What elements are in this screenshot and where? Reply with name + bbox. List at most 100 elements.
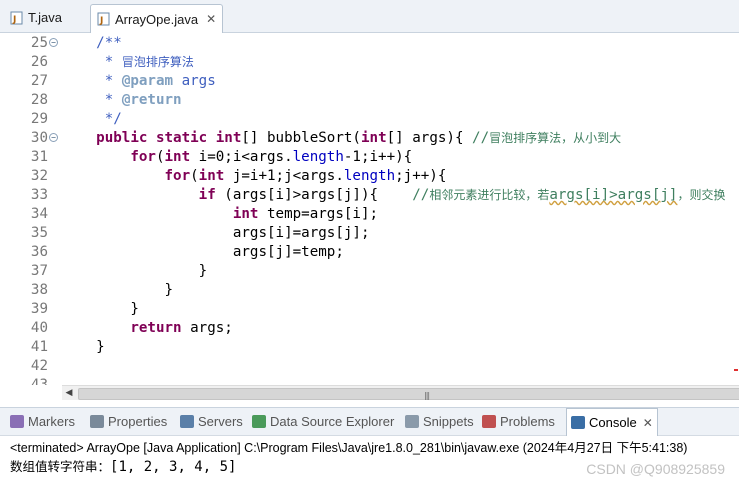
- code-token: int: [215, 130, 242, 146]
- code-token: //: [472, 130, 490, 146]
- properties-icon: [90, 415, 104, 428]
- tab-arrayope-java[interactable]: J ArrayOpe.java ✕: [90, 4, 224, 33]
- code-token: int: [360, 130, 387, 146]
- close-icon[interactable]: ✕: [206, 12, 216, 26]
- tab-snippets[interactable]: Snippets: [405, 408, 474, 435]
- view-tab-label: Servers: [198, 414, 243, 429]
- svg-text:J: J: [12, 15, 16, 25]
- code-line: 31 for(int i=0;i<args.length-1;i++){: [0, 148, 739, 167]
- code-token: }: [62, 282, 174, 298]
- line-number: 38: [30, 282, 48, 298]
- code-text: public static int[] bubbleSort(int[] arg…: [62, 129, 621, 148]
- code-text: int temp=args[i];: [62, 205, 378, 224]
- code-editor[interactable]: 25− /** 26 * 冒泡排序算法 27 * @param args 28 * @…: [0, 33, 739, 385]
- code-line: 35 args[i]=args[j];: [0, 224, 739, 243]
- code-token: @return: [121, 92, 182, 108]
- code-token: (: [190, 168, 199, 184]
- code-token: j=i+1;j<args.: [224, 168, 344, 184]
- code-token: length: [343, 168, 396, 184]
- tab-label: ArrayOpe.java: [115, 11, 199, 27]
- tab-problems[interactable]: Problems: [482, 408, 555, 435]
- code-line: 43: [0, 376, 739, 385]
- code-line: 27 * @param args: [0, 72, 739, 91]
- fold-toggle-icon[interactable]: −: [49, 38, 58, 47]
- code-text: * @param args: [62, 72, 216, 91]
- code-text: for(int i=0;i<args.length-1;i++){: [62, 148, 412, 167]
- code-token: [] args){: [386, 130, 473, 146]
- svg-text:J: J: [99, 16, 103, 26]
- code-token: return: [130, 320, 182, 336]
- code-text: }: [62, 300, 139, 319]
- code-token: args[i]=args[j];: [62, 225, 370, 241]
- horizontal-scrollbar[interactable]: ◀ |||: [62, 385, 739, 400]
- markers-icon: [10, 415, 24, 428]
- code-text: }: [62, 338, 105, 357]
- problems-icon: [482, 415, 496, 428]
- line-number: 30: [30, 130, 48, 146]
- tab-t-java[interactable]: J T.java: [10, 4, 62, 31]
- code-token: public: [96, 130, 148, 146]
- line-number: 31: [30, 149, 48, 165]
- view-tab-label: Data Source Explorer: [270, 414, 395, 429]
- tab-markers[interactable]: Markers: [10, 408, 75, 435]
- line-number: 41: [30, 339, 48, 355]
- code-token: ;j++){: [395, 168, 447, 184]
- line-number: 33: [30, 187, 48, 203]
- code-text: * 冒泡排序算法: [62, 53, 194, 72]
- view-tab-label: Console: [589, 415, 637, 430]
- code-text: */: [62, 110, 122, 129]
- snippets-icon: [405, 415, 419, 428]
- line-number: 28: [30, 92, 48, 108]
- code-token: i=0;i<args.: [190, 149, 293, 165]
- code-token: */: [104, 111, 122, 127]
- code-token: int: [164, 149, 191, 165]
- line-number: 43: [30, 377, 48, 385]
- java-file-icon: J: [97, 12, 111, 26]
- data-source-explorer-icon: [252, 415, 266, 428]
- code-token: }: [62, 339, 105, 355]
- line-number: 35: [30, 225, 48, 241]
- code-token: (: [155, 149, 165, 165]
- fold-toggle-icon[interactable]: −: [49, 133, 58, 142]
- code-text: for(int j=i+1;j<args.length;j++){: [62, 167, 447, 186]
- scrollbar-thumb[interactable]: |||: [78, 388, 739, 400]
- code-line: 30− public static int[] bubbleSort(int[]…: [0, 129, 739, 148]
- line-number: 26: [30, 54, 48, 70]
- code-text: args[i]=args[j];: [62, 224, 370, 243]
- code-token: static: [155, 130, 208, 146]
- tab-console[interactable]: Console ✕: [566, 408, 658, 436]
- tab-data-source-explorer[interactable]: Data Source Explorer: [252, 408, 394, 435]
- code-token: (args[i]>args[j]){: [215, 187, 413, 203]
- tab-properties[interactable]: Properties: [90, 408, 167, 435]
- code-token: if: [198, 187, 216, 203]
- tab-servers[interactable]: Servers: [180, 408, 243, 435]
- code-line: 37 }: [0, 262, 739, 281]
- line-number: 29: [30, 111, 48, 127]
- code-token: temp=args[i];: [258, 206, 379, 222]
- line-number: 37: [30, 263, 48, 279]
- code-token: 相邻元素进行比较，若: [429, 188, 550, 202]
- java-file-icon: J: [10, 11, 24, 25]
- line-number: 40: [30, 320, 48, 336]
- code-line: 42: [0, 357, 739, 376]
- code-line: 33 if (args[i]>args[j]){ //相邻元素进行比较，若arg…: [0, 186, 739, 205]
- line-number: 25: [30, 35, 48, 51]
- code-token: args: [173, 73, 216, 89]
- close-icon[interactable]: ✕: [643, 416, 653, 430]
- code-line: 26 * 冒泡排序算法: [0, 53, 739, 72]
- code-text: args[j]=temp;: [62, 243, 344, 262]
- scroll-left-arrow-icon[interactable]: ◀: [64, 387, 74, 399]
- code-token: -1;i++){: [343, 149, 413, 165]
- code-token: @param: [121, 73, 174, 89]
- code-token: args[j]=temp;: [62, 244, 344, 260]
